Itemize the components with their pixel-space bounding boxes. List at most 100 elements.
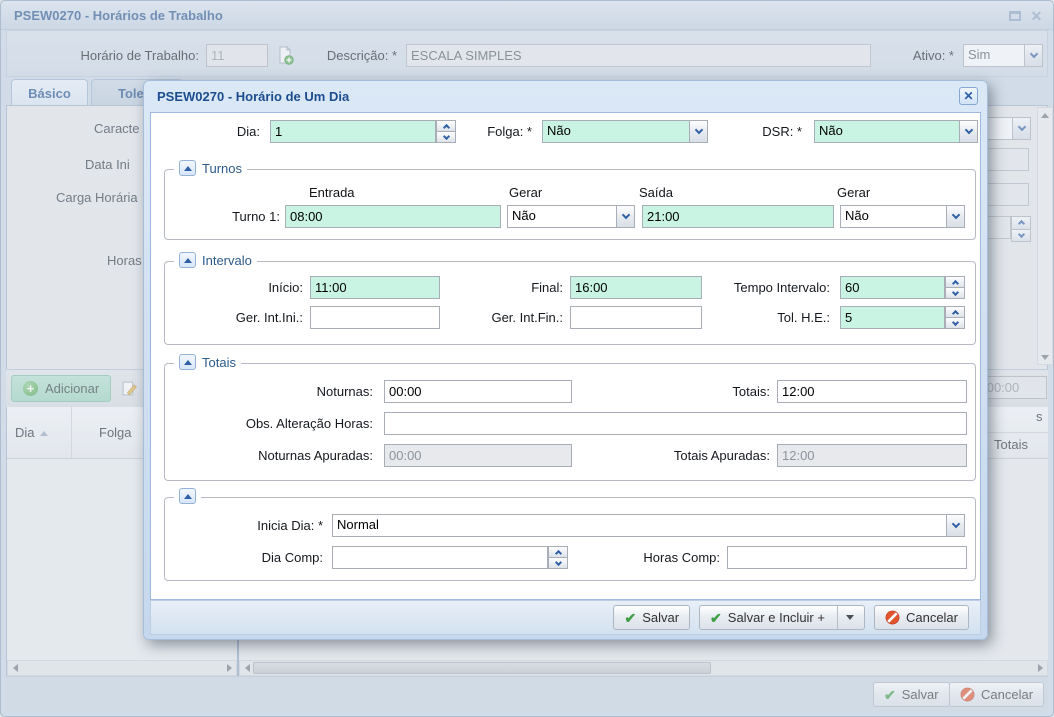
check-icon: ✔ — [710, 611, 722, 625]
chevron-down-icon — [964, 126, 972, 134]
totais-collapse-button[interactable] — [179, 354, 196, 370]
inicia-dia-trigger[interactable] — [946, 515, 964, 536]
saida-column-header: Saída — [639, 185, 673, 200]
dia-spinner[interactable] — [436, 120, 456, 143]
gerar-saida-trigger[interactable] — [946, 206, 964, 227]
collapse-icon — [184, 166, 192, 171]
gerar2-column-header: Gerar — [837, 185, 870, 200]
check-icon: ✔ — [624, 611, 636, 625]
chevron-up-icon — [951, 309, 958, 316]
chevron-down-icon — [694, 126, 702, 134]
ger-int-ini-field[interactable] — [310, 306, 440, 329]
chevron-down-icon — [621, 211, 629, 219]
turno1-saida-field[interactable] — [642, 205, 834, 228]
tol-he-spinner[interactable] — [945, 306, 965, 329]
dia-field[interactable] — [270, 120, 436, 143]
final-label: Final: — [531, 276, 563, 299]
intervalo-legend-text: Intervalo — [202, 253, 252, 268]
modal-title: PSEW0270 - Horário de Um Dia — [157, 89, 349, 104]
turno1-gerar-saida-combo[interactable]: Não — [840, 205, 965, 228]
noturnas-apuradas-label: Noturnas Apuradas: — [258, 444, 373, 467]
dia-comp-label: Dia Comp: — [262, 546, 323, 569]
collapse-icon — [184, 494, 192, 499]
dsr-label: DSR: * — [762, 120, 802, 143]
cancelar-button[interactable]: Cancelar — [874, 605, 969, 630]
modal-close-button[interactable]: ✕ — [959, 87, 978, 105]
dsr-combo-trigger[interactable] — [959, 121, 977, 142]
entrada-column-header: Entrada — [309, 185, 355, 200]
spin-up-button[interactable] — [945, 276, 965, 288]
spin-up-button[interactable] — [548, 546, 568, 558]
intervalo-collapse-button[interactable] — [179, 252, 196, 268]
tempo-intervalo-spinner[interactable] — [945, 276, 965, 299]
gerar1-column-header: Gerar — [509, 185, 542, 200]
totais-fieldset: Totais Noturnas: Totais: Obs. Alteração … — [164, 363, 976, 481]
noturnas-field[interactable] — [384, 380, 572, 403]
inicia-dia-label: Inicia Dia: * — [257, 514, 323, 537]
modal-footer: ✔ Salvar ✔ Salvar e Incluir + Cancelar — [150, 600, 981, 635]
turnos-fieldset: Turnos Entrada Gerar Saída Gerar Turno 1… — [164, 169, 976, 240]
dia-label: Dia: — [237, 120, 260, 143]
gerar-entrada-trigger[interactable] — [616, 206, 634, 227]
chevron-down-icon — [442, 132, 449, 139]
dropdown-arrow-icon[interactable] — [846, 615, 854, 620]
intervalo-fieldset: Intervalo Início: Final: Tempo Intervalo… — [164, 261, 976, 345]
ger-int-fin-field[interactable] — [570, 306, 702, 329]
ger-int-ini-label: Ger. Int.Ini.: — [236, 306, 303, 329]
spin-up-button[interactable] — [436, 120, 456, 132]
folga-combo-value: Não — [543, 121, 689, 142]
tempo-intervalo-field[interactable] — [840, 276, 945, 299]
turno1-gerar-entrada-combo[interactable]: Não — [507, 205, 635, 228]
folga-combo-trigger[interactable] — [689, 121, 707, 142]
inicia-dia-combo[interactable]: Normal — [332, 514, 965, 537]
spin-down-button[interactable] — [548, 558, 568, 569]
totais-apuradas-label: Totais Apuradas: — [674, 444, 770, 467]
chevron-down-icon — [951, 211, 959, 219]
spin-down-button[interactable] — [945, 318, 965, 329]
turnos-legend: Turnos — [174, 160, 247, 176]
inicio-label: Início: — [268, 276, 303, 299]
spin-down-button[interactable] — [945, 288, 965, 299]
folga-label: Folga: * — [487, 120, 532, 143]
totais-apuradas-field — [777, 444, 967, 467]
inicio-field[interactable] — [310, 276, 440, 299]
inicia-collapse-button[interactable] — [179, 488, 196, 504]
chevron-down-icon — [951, 288, 958, 295]
turnos-legend-text: Turnos — [202, 161, 242, 176]
turnos-collapse-button[interactable] — [179, 160, 196, 176]
obs-alteracao-field[interactable] — [384, 412, 967, 435]
close-icon: ✕ — [963, 89, 973, 103]
turno1-label: Turno 1: — [232, 205, 280, 228]
turno1-entrada-field[interactable] — [285, 205, 501, 228]
tempo-intervalo-label: Tempo Intervalo: — [734, 276, 830, 299]
modal-window: PSEW0270 - Horário de Um Dia ✕ Dia: Folg… — [143, 80, 988, 640]
spin-up-button[interactable] — [945, 306, 965, 318]
modal-body: Dia: Folga: * Não DSR: * Não Turnos — [150, 112, 981, 600]
dsr-combo[interactable]: Não — [814, 120, 978, 143]
salvar-incluir-button[interactable]: ✔ Salvar e Incluir + — [699, 605, 865, 630]
noturnas-apuradas-field — [384, 444, 572, 467]
inicia-dia-value: Normal — [333, 515, 946, 536]
dia-comp-field[interactable] — [332, 546, 548, 569]
horas-comp-label: Horas Comp: — [643, 546, 720, 569]
totais-label: Totais: — [732, 380, 770, 403]
horas-comp-field[interactable] — [727, 546, 967, 569]
dia-comp-spinner[interactable] — [548, 546, 568, 569]
tol-he-field[interactable] — [840, 306, 945, 329]
folga-combo[interactable]: Não — [542, 120, 708, 143]
gerar-saida-value: Não — [841, 206, 946, 227]
tol-he-label: Tol. H.E.: — [777, 306, 830, 329]
totais-legend: Totais — [174, 354, 241, 370]
ger-int-fin-label: Ger. Int.Fin.: — [491, 306, 563, 329]
spin-down-button[interactable] — [436, 132, 456, 143]
noturnas-label: Noturnas: — [317, 380, 373, 403]
salvar-button[interactable]: ✔ Salvar — [613, 605, 690, 630]
cancelar-label: Cancelar — [906, 610, 958, 625]
chevron-down-icon — [951, 318, 958, 325]
split-separator — [837, 606, 838, 629]
inicia-fieldset: Inicia Dia: * Normal Dia Comp: Horas Com… — [164, 497, 976, 581]
intervalo-legend: Intervalo — [174, 252, 257, 268]
collapse-icon — [184, 258, 192, 263]
final-field[interactable] — [570, 276, 702, 299]
totais-field[interactable] — [777, 380, 967, 403]
